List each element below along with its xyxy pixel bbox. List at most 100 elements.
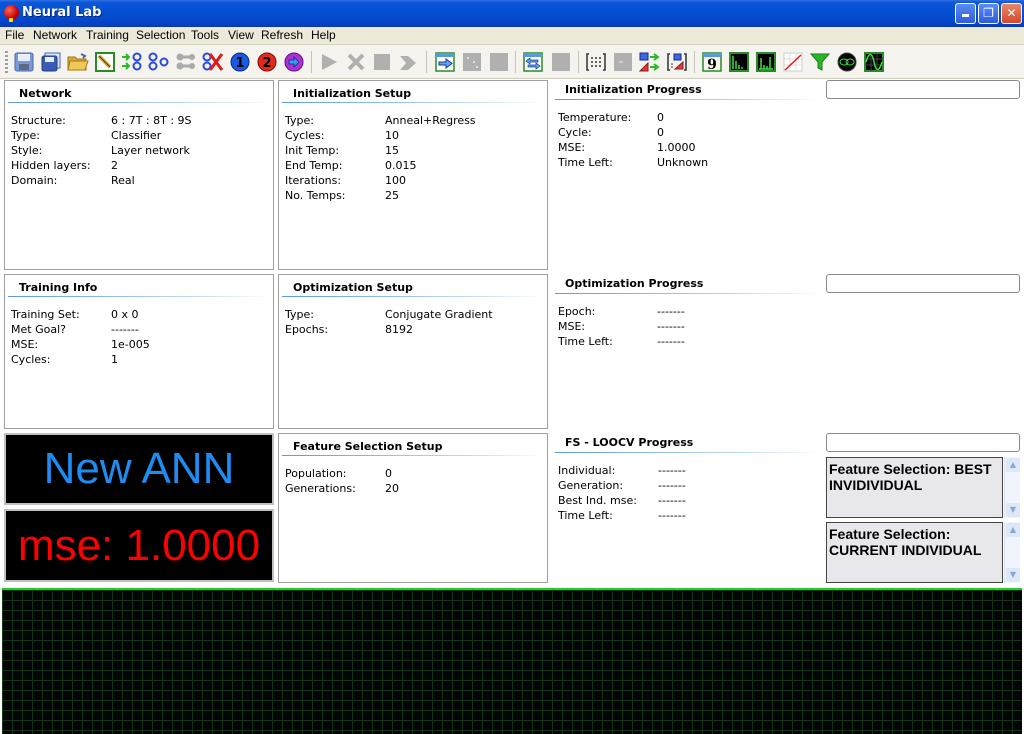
current-individual-box[interactable]: Feature Selection: CURRENT INDIVIDUAL: [826, 522, 1003, 583]
sine-wave-button[interactable]: [863, 51, 885, 73]
label: MSE:: [11, 338, 39, 351]
matrix-shapes-button[interactable]: [666, 51, 688, 73]
toolbar: 1 2 9: [0, 45, 1024, 79]
value: 6 : 7T : 8T : 9S: [111, 114, 192, 127]
transform-button[interactable]: [639, 51, 661, 73]
edit-button[interactable]: [94, 51, 116, 73]
menu-refresh[interactable]: Refresh: [261, 28, 303, 42]
line-chart-button[interactable]: [782, 51, 804, 73]
scroll-up-icon[interactable]: ▲: [1006, 523, 1020, 537]
filter-button[interactable]: [809, 51, 831, 73]
histogram-button[interactable]: [728, 51, 750, 73]
menu-help[interactable]: Help: [311, 28, 336, 42]
step-two-button[interactable]: 2: [256, 51, 278, 73]
value: 2: [111, 159, 118, 172]
best-individual-box[interactable]: Feature Selection: BEST INVIDIVIDUAL: [826, 457, 1003, 518]
network-disabled-button[interactable]: [175, 51, 197, 73]
divider: [282, 296, 544, 297]
stop-button[interactable]: [371, 51, 393, 73]
import-table-button[interactable]: [434, 51, 456, 73]
play-icon: [322, 54, 337, 70]
delete-network-button[interactable]: [202, 51, 224, 73]
save-button[interactable]: [13, 51, 35, 73]
scroll-down-icon[interactable]: ▼: [1006, 568, 1020, 582]
menu-file[interactable]: File: [5, 28, 24, 42]
cancel-button[interactable]: [345, 51, 367, 73]
minimize-icon: [962, 14, 969, 17]
filter-icon: [810, 53, 830, 71]
menu-tools[interactable]: Tools: [191, 28, 219, 42]
label: Type:: [11, 129, 40, 142]
fs-loocv-progress-panel: FS - LOOCV Progress Individual: ------- G…: [552, 433, 820, 583]
disabled-button[interactable]: [488, 51, 510, 73]
toolbar-separator: [426, 51, 427, 73]
skip-button[interactable]: [398, 51, 420, 73]
next-button[interactable]: [283, 51, 305, 73]
close-icon: ✕: [1006, 6, 1017, 20]
current-individual-scrollbar[interactable]: ▲ ▼: [1004, 522, 1020, 583]
menu-selection[interactable]: Selection: [136, 28, 185, 42]
matrix-shapes-icon: [667, 53, 687, 71]
close-button[interactable]: ✕: [1001, 3, 1022, 24]
label: Training Set:: [11, 308, 80, 321]
divider: [282, 102, 544, 103]
disabled-button-2[interactable]: [550, 51, 572, 73]
menu-view[interactable]: View: [228, 28, 254, 42]
panel-title: Optimization Progress: [565, 277, 704, 290]
network-nodes-button[interactable]: [148, 51, 170, 73]
scroll-down-icon[interactable]: ▼: [1006, 503, 1020, 517]
table-nine-button[interactable]: 9: [701, 51, 723, 73]
minus-box-icon: [614, 53, 632, 71]
histogram-peaks-button[interactable]: [755, 51, 777, 73]
best-individual-text: Feature Selection: BEST INVIDIVIDUAL: [829, 461, 992, 493]
save-as-button[interactable]: [40, 51, 62, 73]
minimize-button[interactable]: [955, 3, 976, 24]
sine-wave-icon: [864, 52, 884, 72]
label: Iterations:: [285, 174, 342, 187]
exchange-table-button[interactable]: [522, 51, 544, 73]
play-button[interactable]: [318, 51, 340, 73]
scroll-up-icon[interactable]: ▲: [1006, 458, 1020, 472]
mse-display: mse: 1.0000: [4, 509, 274, 582]
divider: [8, 296, 270, 297]
scatter-button[interactable]: [461, 51, 483, 73]
panel-title: Initialization Progress: [565, 83, 702, 96]
restore-icon: ❐: [983, 6, 994, 20]
matrix-button[interactable]: [585, 51, 607, 73]
network-inputs-button[interactable]: [121, 51, 143, 73]
label: MSE:: [558, 141, 586, 154]
value: -------: [658, 464, 686, 477]
transform-shapes-icon: [639, 52, 660, 72]
restore-button[interactable]: ❐: [978, 3, 999, 24]
app-icon[interactable]: [4, 5, 19, 22]
open-button[interactable]: [67, 51, 89, 73]
menu-network[interactable]: Network: [33, 28, 77, 42]
step-two-icon: 2: [257, 52, 277, 72]
table-nine-icon: 9: [702, 52, 722, 72]
value: 8192: [385, 323, 413, 336]
orbit-button[interactable]: [836, 51, 858, 73]
training-graph[interactable]: [2, 588, 1022, 734]
optimization-setup-panel: Optimization Setup Type: Conjugate Gradie…: [278, 274, 548, 429]
window-title: Neural Lab: [22, 5, 102, 20]
divider: [555, 452, 820, 453]
step-one-button[interactable]: 1: [229, 51, 251, 73]
value: 25: [385, 189, 399, 202]
svg-text:1: 1: [235, 56, 244, 71]
toolbar-grip[interactable]: [5, 51, 8, 73]
matrix-icon: [586, 53, 606, 71]
svg-text:2: 2: [262, 56, 271, 71]
menu-training[interactable]: Training: [86, 28, 129, 42]
label: Individual:: [558, 464, 616, 477]
minus-button[interactable]: [612, 51, 634, 73]
value: 15: [385, 144, 399, 157]
label: Style:: [11, 144, 43, 157]
current-individual-text: Feature Selection: CURRENT INDIVIDUAL: [829, 526, 982, 558]
network-nodes-icon: [148, 52, 169, 71]
toolbar-separator: [515, 51, 516, 73]
network-disabled-icon: [176, 53, 195, 70]
label: Hidden layers:: [11, 159, 91, 172]
value: 20: [385, 482, 399, 495]
best-individual-scrollbar[interactable]: ▲ ▼: [1004, 457, 1020, 518]
label: Time Left:: [558, 156, 613, 169]
